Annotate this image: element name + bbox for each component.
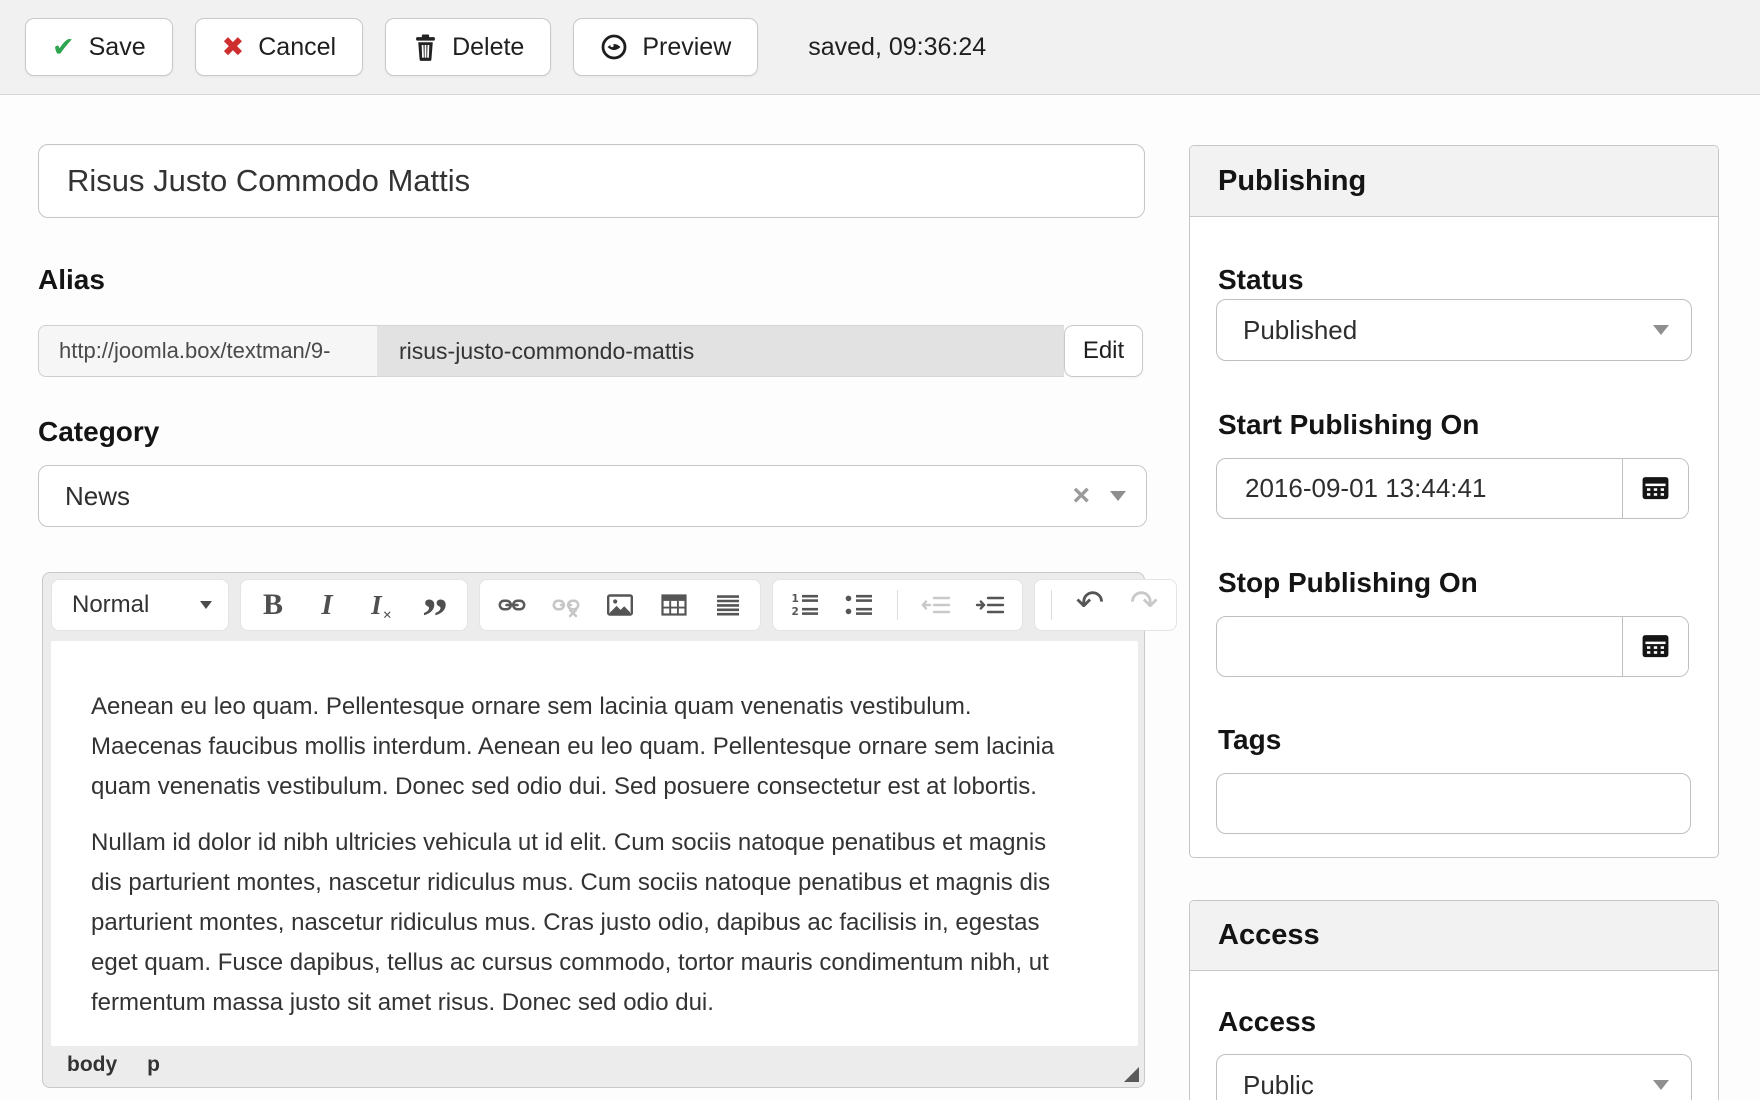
- stop-publishing-label: Stop Publishing On: [1218, 567, 1478, 598]
- format-dropdown[interactable]: Normal: [51, 579, 229, 631]
- table-icon[interactable]: [658, 587, 690, 623]
- save-status-text: saved, 09:36:24: [808, 32, 987, 61]
- editor-paragraph: Aenean eu leo quam. Pellentesque ornare …: [91, 693, 1055, 800]
- alias-value-field: risus-justo-commondo-mattis: [377, 325, 1064, 377]
- text-style-group: B I I× ”: [240, 579, 468, 644]
- publishing-panel-title: Publishing: [1190, 146, 1718, 217]
- delete-button[interactable]: Delete: [385, 18, 552, 76]
- calendar-button[interactable]: [1622, 617, 1688, 676]
- clear-category-icon[interactable]: ×: [1072, 481, 1090, 511]
- access-panel-title: Access: [1190, 901, 1718, 971]
- justify-icon[interactable]: [712, 587, 744, 623]
- trash-icon: [412, 32, 438, 62]
- alias-label: Alias: [38, 264, 105, 295]
- cancel-button[interactable]: ✖ Cancel: [194, 18, 364, 76]
- numbered-list-icon[interactable]: 12: [789, 587, 821, 623]
- save-button-label: Save: [88, 32, 146, 61]
- article-edit-page: ✔ Save ✖ Cancel Delete Preview saved, 09…: [0, 0, 1760, 1100]
- publishing-panel: Publishing Status Published Start Publis…: [1189, 145, 1719, 858]
- element-path-p[interactable]: p: [147, 1053, 160, 1077]
- bulleted-list-icon[interactable]: [843, 587, 875, 623]
- status-selected-value: Published: [1243, 314, 1358, 345]
- tags-input[interactable]: [1216, 773, 1691, 834]
- category-label: Category: [38, 416, 160, 447]
- outdent-icon: [920, 587, 952, 623]
- alias-url-prefix: http://joomla.box/textman/9-: [38, 325, 377, 377]
- toolbar-separator: [1051, 590, 1052, 620]
- chevron-down-icon: [1110, 491, 1126, 501]
- link-icon[interactable]: [496, 587, 528, 623]
- status-label: Status: [1218, 264, 1304, 295]
- start-publishing-label: Start Publishing On: [1218, 409, 1480, 440]
- alias-row: http://joomla.box/textman/9- risus-justo…: [38, 325, 1143, 377]
- access-label: Access: [1218, 1006, 1317, 1037]
- block-quote-icon[interactable]: ”: [419, 587, 451, 644]
- access-selected-value: Public: [1243, 1069, 1314, 1100]
- status-select[interactable]: Published: [1216, 299, 1692, 361]
- editor-toolbar: Normal B I I× ” 1 2 ↶ ↷: [51, 579, 1177, 644]
- image-icon[interactable]: [604, 587, 636, 623]
- stop-publishing-input[interactable]: [1217, 617, 1622, 676]
- cancel-button-label: Cancel: [258, 32, 337, 61]
- editor-status-bar: body p: [51, 1047, 1138, 1083]
- check-icon: ✔: [52, 31, 75, 63]
- eye-icon: [600, 33, 628, 61]
- resize-grip[interactable]: [1124, 1067, 1139, 1082]
- category-select[interactable]: News ×: [38, 465, 1147, 527]
- alias-edit-button[interactable]: Edit: [1064, 325, 1143, 377]
- toolbar-separator: [897, 590, 898, 620]
- remove-format-icon[interactable]: I×: [365, 587, 397, 624]
- access-select[interactable]: Public: [1216, 1054, 1692, 1100]
- unlink-icon: [550, 587, 582, 623]
- editor-paragraph: Nullam id dolor id nibh ultricies vehicu…: [91, 829, 1051, 1016]
- delete-button-label: Delete: [452, 32, 525, 61]
- save-button[interactable]: ✔ Save: [25, 18, 173, 76]
- element-path-body[interactable]: body: [67, 1053, 117, 1077]
- x-mark-icon: ✖: [221, 31, 245, 63]
- list-group: 12: [772, 579, 1023, 631]
- indent-icon[interactable]: [974, 587, 1006, 623]
- calendar-icon: [1640, 472, 1671, 506]
- history-group: ↶ ↷: [1034, 579, 1177, 631]
- italic-icon[interactable]: I: [311, 587, 343, 623]
- preview-button-label: Preview: [642, 32, 732, 61]
- svg-text:1: 1: [792, 593, 799, 605]
- stop-publishing-input-group: [1216, 616, 1689, 677]
- format-dropdown-value: Normal: [72, 591, 150, 618]
- svg-text:2: 2: [792, 606, 799, 618]
- category-selected-value: News: [65, 480, 131, 511]
- preview-button[interactable]: Preview: [573, 18, 759, 76]
- access-panel: Access Access Public: [1189, 900, 1719, 1100]
- redo-icon: ↷: [1129, 583, 1159, 623]
- chevron-down-icon: [1653, 325, 1669, 335]
- action-toolbar: ✔ Save ✖ Cancel Delete Preview saved, 09…: [0, 0, 1760, 95]
- editor-content-area[interactable]: Aenean eu leo quam. Pellentesque ornare …: [51, 641, 1138, 1046]
- start-publishing-input[interactable]: 2016-09-01 13:44:41: [1217, 459, 1622, 518]
- bold-icon[interactable]: B: [257, 587, 289, 623]
- insert-group: [479, 579, 761, 631]
- calendar-icon: [1640, 630, 1671, 664]
- rich-text-editor: Normal B I I× ” 1 2 ↶ ↷ Aenean eu leo qu…: [42, 572, 1177, 1088]
- undo-icon[interactable]: ↶: [1074, 586, 1106, 623]
- calendar-button[interactable]: [1622, 459, 1688, 518]
- start-publishing-input-group: 2016-09-01 13:44:41: [1216, 458, 1689, 519]
- chevron-down-icon: [1653, 1080, 1669, 1090]
- title-input[interactable]: [38, 144, 1145, 218]
- tags-label: Tags: [1218, 724, 1282, 755]
- chevron-down-icon: [200, 601, 212, 609]
